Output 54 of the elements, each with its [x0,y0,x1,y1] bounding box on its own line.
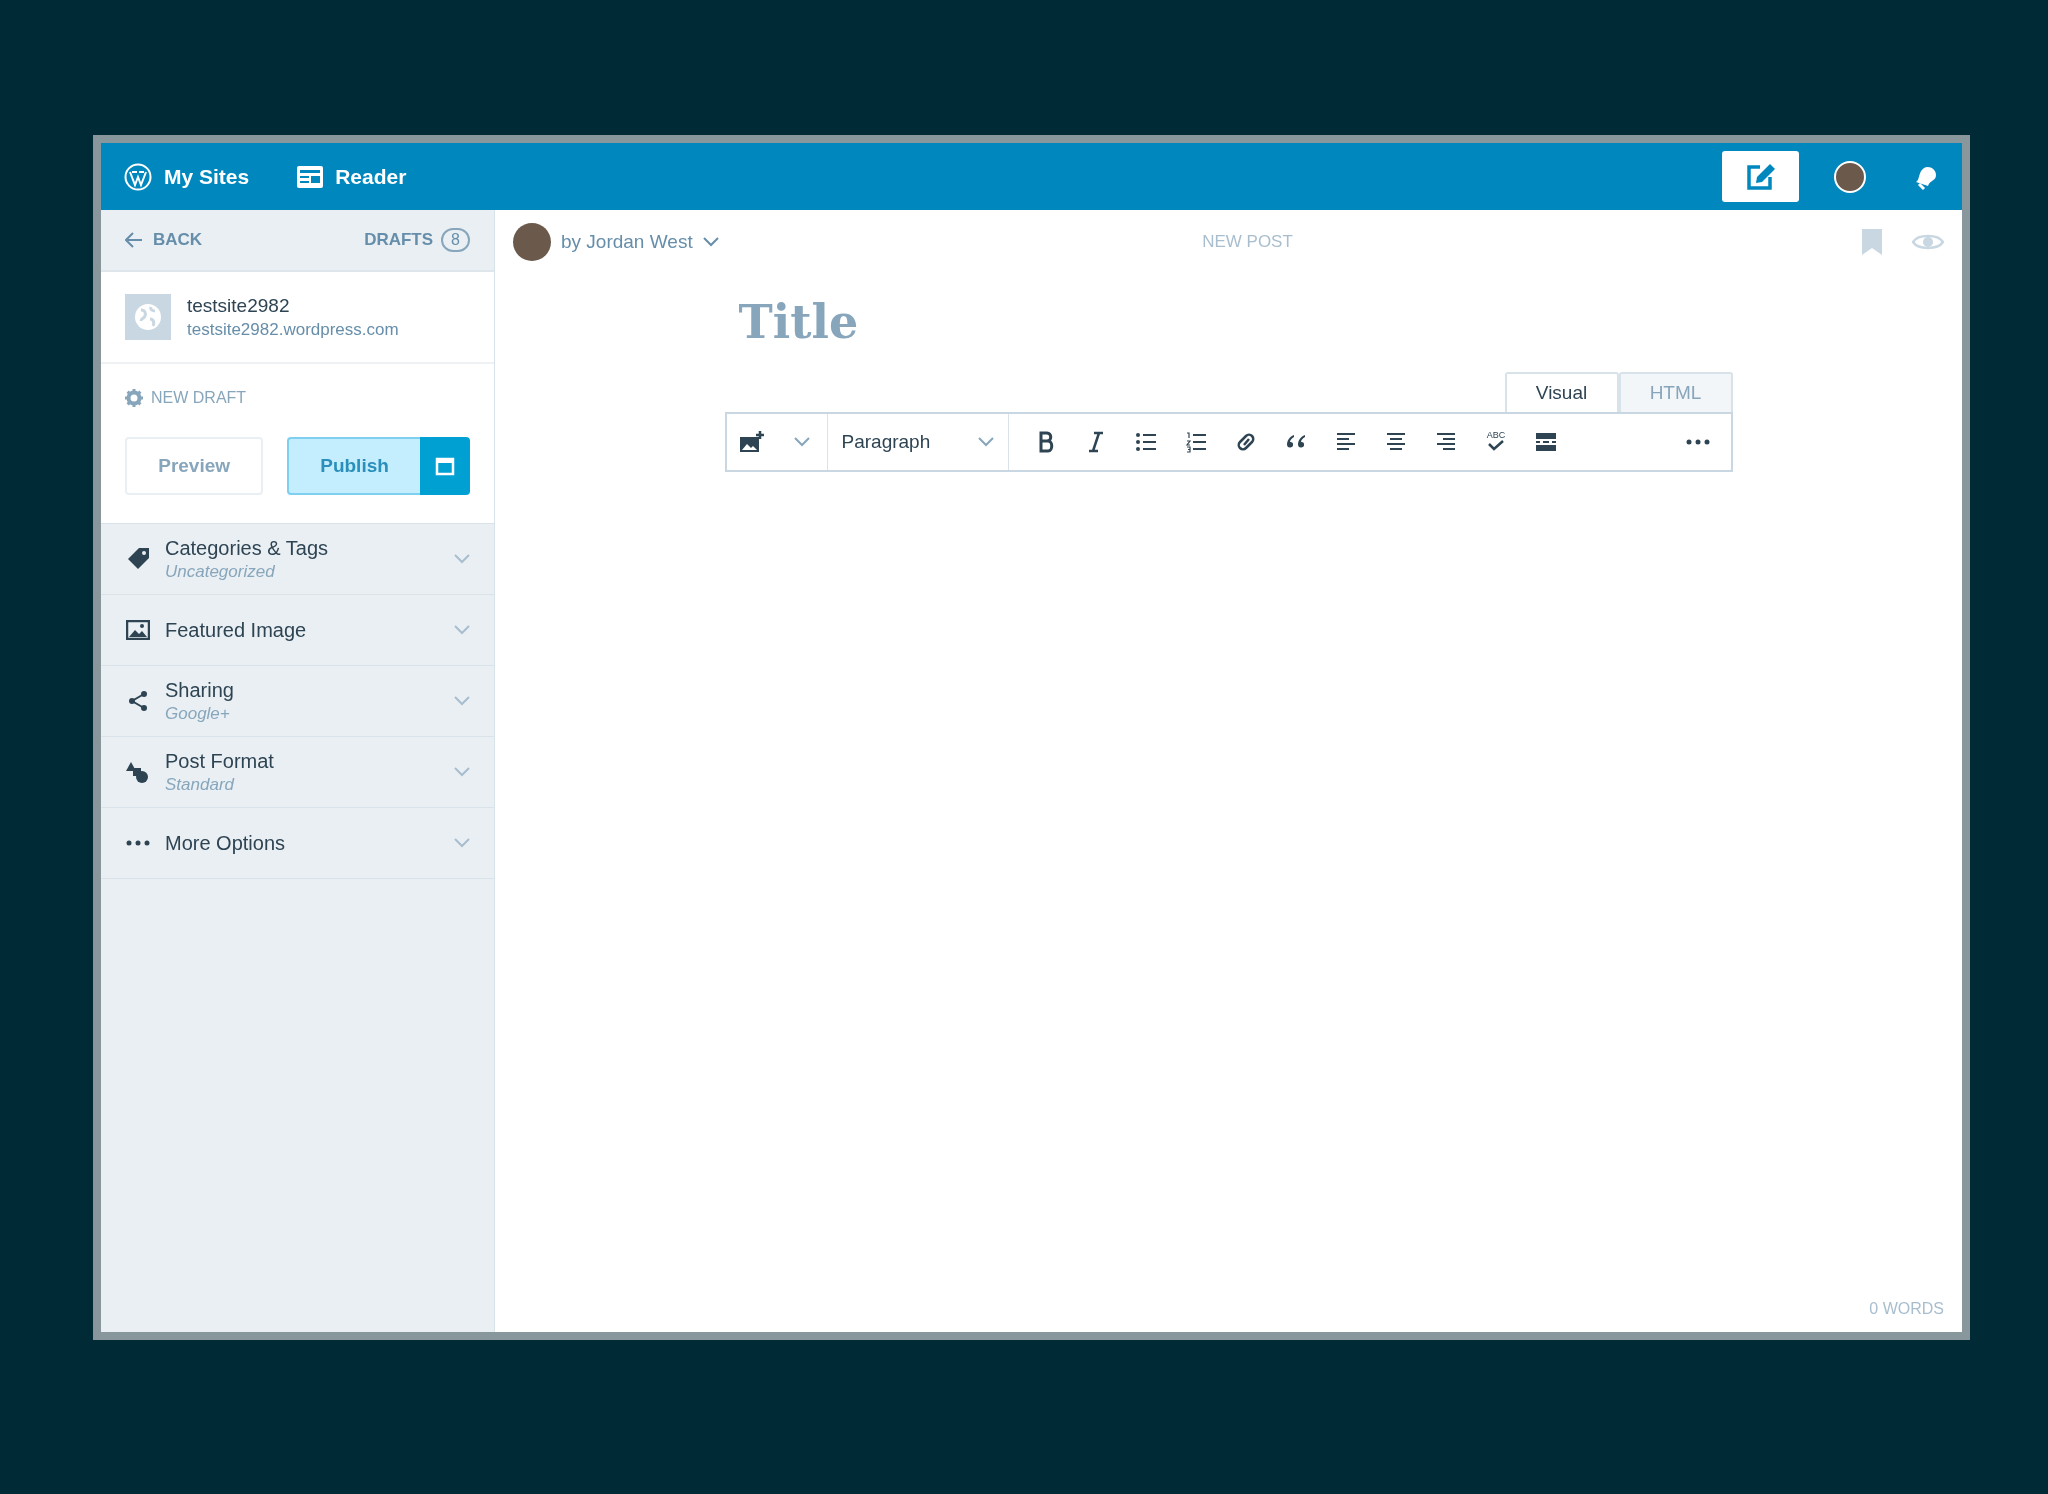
sidebar-section[interactable]: More Options [101,807,494,879]
section-subtitle: Uncategorized [165,561,276,582]
chevron-down-icon [702,237,719,247]
editor-tab[interactable]: Visual [1504,372,1619,412]
site-url: testsite2982.wordpress.com [187,319,399,340]
align-center-icon [1385,431,1406,453]
wordpress-logo-icon [124,162,152,191]
reader-link[interactable]: Reader [297,164,407,189]
reader-icon [297,165,324,188]
spellcheck-button[interactable]: ABC [1470,417,1521,467]
align-left-icon [1335,431,1356,453]
drafts-count: 8 [441,228,470,252]
section-title: Post Format [165,749,275,773]
avatar-button[interactable] [1834,160,1866,193]
calendar-icon [434,456,455,476]
chevron-down-icon [454,625,470,635]
section-subtitle: Google+ [165,703,231,724]
tag-icon [126,547,150,571]
section-title: Categories & Tags [165,536,330,560]
section-title: Featured Image [165,618,308,642]
chevron-down-icon [454,554,470,564]
bold-icon [1037,431,1054,453]
read-more-icon [1534,431,1557,453]
chevron-down-icon [454,838,470,848]
section-title: More Options [165,831,287,855]
format-dropdown[interactable]: Paragraph [827,417,1008,467]
more-icon [1685,439,1710,445]
chevron-down-icon [454,696,470,706]
post-status-label: NEW POST [1201,232,1294,252]
image-icon [126,620,150,640]
pencil-square-icon [1745,162,1776,191]
align-right-icon [1435,431,1456,453]
write-button[interactable] [1722,151,1799,202]
more-icon [126,840,150,846]
schedule-button[interactable] [419,437,470,495]
word-count: 0 WORDS [1869,1300,1944,1318]
author-selector[interactable]: by Jordan West [513,223,933,261]
share-icon [126,689,150,713]
numbered-list-icon [1185,431,1206,453]
site-name: testsite2982 [187,294,291,317]
chevron-down-icon [454,767,470,777]
gear-icon [125,389,143,407]
chevron-down-icon [793,437,810,447]
bulleted-list-icon [1135,431,1156,453]
avatar [513,223,551,261]
section-title: Sharing [165,678,235,702]
chevron-down-icon [977,437,994,447]
section-subtitle: Standard [165,774,236,795]
italic-icon [1087,431,1104,453]
my-sites-link[interactable]: My Sites [124,162,250,191]
image-plus-icon [738,431,765,453]
shapes-icon [126,760,150,784]
post-status: NEW DRAFT [151,389,247,407]
arrow-left-icon [125,232,143,248]
